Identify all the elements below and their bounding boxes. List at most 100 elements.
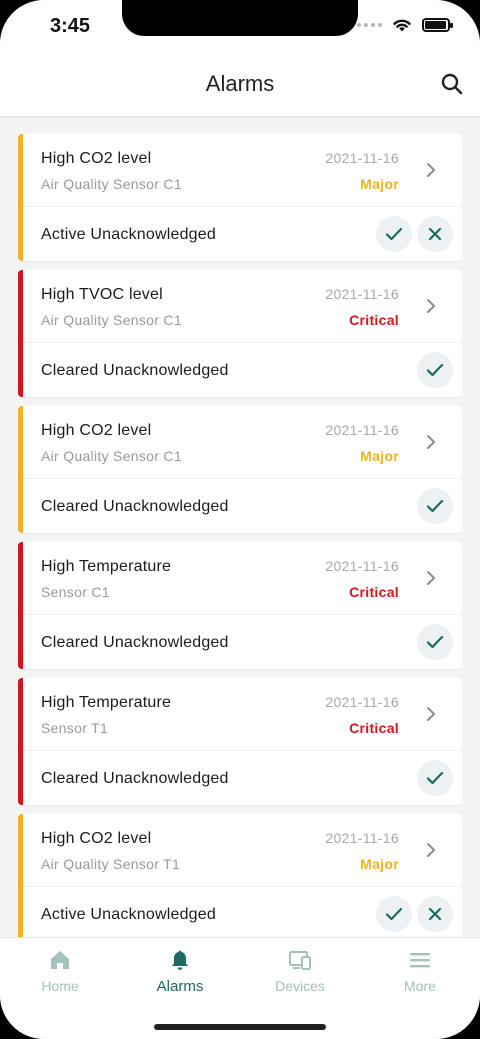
alarm-actions — [376, 896, 453, 932]
page-title: Alarms — [205, 71, 275, 96]
alarm-status: Cleared Unacknowledged — [41, 634, 229, 651]
acknowledge-button[interactable] — [376, 896, 412, 932]
alarm-card: High CO2 level Air Quality Sensor C1 2021-… — [18, 406, 462, 533]
phone-screen: 3:45 Alarms High CO2 level Air Quality Se… — [0, 0, 480, 1039]
clear-button[interactable] — [417, 216, 453, 252]
alarm-severity: Critical — [349, 312, 399, 328]
alarm-card: High Temperature Sensor C1 2021-11-16 Criti… — [18, 542, 462, 669]
tab-label: More — [404, 978, 436, 994]
alarm-type: High TVOC level — [41, 286, 163, 303]
status-icons — [357, 17, 453, 33]
alarm-originator: Air Quality Sensor C1 — [41, 312, 182, 328]
home-icon — [48, 948, 72, 972]
alarm-actions — [417, 488, 453, 524]
alarm-card: High CO2 level Air Quality Sensor C1 2021-… — [18, 134, 462, 261]
tab-alarms[interactable]: Alarms — [120, 938, 240, 1008]
alarm-severity: Critical — [349, 584, 399, 600]
alarm-details-row[interactable]: High CO2 level Air Quality Sensor T1 2021-… — [18, 814, 462, 886]
alarm-list: High CO2 level Air Quality Sensor C1 2021-… — [18, 134, 462, 950]
wifi-icon — [393, 19, 411, 32]
alarm-originator: Air Quality Sensor C1 — [41, 176, 182, 192]
clear-button[interactable] — [417, 896, 453, 932]
alarm-actions — [376, 216, 453, 252]
alarm-status: Active Unacknowledged — [41, 226, 216, 243]
alarm-originator: Air Quality Sensor T1 — [41, 856, 181, 872]
acknowledge-button[interactable] — [376, 216, 412, 252]
signal-icon — [357, 23, 382, 27]
alarm-type: High CO2 level — [41, 830, 152, 847]
search-icon — [441, 73, 463, 95]
alarm-status: Cleared Unacknowledged — [41, 770, 229, 787]
check-icon — [426, 363, 444, 377]
card-divider — [23, 478, 462, 479]
acknowledge-button[interactable] — [417, 760, 453, 796]
bell-icon — [168, 948, 192, 972]
alarm-details-row[interactable]: High TVOC level Air Quality Sensor C1 2021… — [18, 270, 462, 342]
chevron-right-icon — [427, 299, 435, 313]
alarm-status: Cleared Unacknowledged — [41, 362, 229, 379]
alarm-severity: Major — [360, 448, 399, 464]
chevron-right-icon — [427, 571, 435, 585]
card-divider — [23, 750, 462, 751]
alarm-date: 2021-11-16 — [325, 422, 399, 438]
acknowledge-button[interactable] — [417, 488, 453, 524]
chevron-right-icon — [427, 163, 435, 177]
chevron-right-icon — [427, 843, 435, 857]
check-icon — [385, 907, 403, 921]
check-icon — [426, 499, 444, 513]
tab-more[interactable]: More — [360, 938, 480, 1008]
alarm-card: High TVOC level Air Quality Sensor C1 2021… — [18, 270, 462, 397]
menu-icon — [408, 948, 432, 972]
chevron-right-icon — [427, 435, 435, 449]
alarm-status: Active Unacknowledged — [41, 906, 216, 923]
tab-label: Alarms — [156, 978, 204, 995]
alarm-status: Cleared Unacknowledged — [41, 498, 229, 515]
close-icon — [428, 907, 442, 921]
close-icon — [428, 227, 442, 241]
card-divider — [23, 614, 462, 615]
card-divider — [23, 206, 462, 207]
tab-devices[interactable]: Devices — [240, 938, 360, 1008]
check-icon — [426, 771, 444, 785]
alarm-originator: Sensor T1 — [41, 720, 109, 736]
check-icon — [426, 635, 444, 649]
search-button[interactable] — [438, 70, 466, 98]
alarm-actions — [417, 352, 453, 388]
alarm-type: High Temperature — [41, 558, 172, 575]
alarm-actions — [417, 760, 453, 796]
app-header: Alarms — [0, 56, 480, 116]
alarm-date: 2021-11-16 — [325, 558, 399, 574]
check-icon — [385, 227, 403, 241]
alarm-details-row[interactable]: High CO2 level Air Quality Sensor C1 2021-… — [18, 406, 462, 478]
alarm-date: 2021-11-16 — [325, 286, 399, 302]
alarm-type: High CO2 level — [41, 422, 152, 439]
alarm-severity: Critical — [349, 720, 399, 736]
tab-label: Devices — [275, 978, 325, 994]
alarm-severity: Major — [360, 176, 399, 192]
alarm-details-row[interactable]: High Temperature Sensor T1 2021-11-16 Criti… — [18, 678, 462, 750]
home-indicator — [154, 1024, 326, 1030]
card-divider — [23, 342, 462, 343]
alarm-card: High Temperature Sensor T1 2021-11-16 Criti… — [18, 678, 462, 805]
alarm-actions — [417, 624, 453, 660]
status-time: 3:45 — [50, 15, 91, 37]
tab-home[interactable]: Home — [0, 938, 120, 1008]
alarm-date: 2021-11-16 — [325, 150, 399, 166]
alarm-severity: Major — [360, 856, 399, 872]
devices-icon — [288, 948, 312, 972]
alarm-originator: Sensor C1 — [41, 584, 110, 600]
chevron-right-icon — [427, 707, 435, 721]
acknowledge-button[interactable] — [417, 624, 453, 660]
acknowledge-button[interactable] — [417, 352, 453, 388]
tab-label: Home — [41, 978, 79, 994]
alarm-details-row[interactable]: High Temperature Sensor C1 2021-11-16 Criti… — [18, 542, 462, 614]
alarm-card: High CO2 level Air Quality Sensor T1 2021-… — [18, 814, 462, 941]
card-divider — [23, 886, 462, 887]
battery-icon — [422, 18, 453, 32]
alarm-type: High CO2 level — [41, 150, 152, 167]
device-notch — [122, 0, 358, 36]
alarm-originator: Air Quality Sensor C1 — [41, 448, 182, 464]
alarm-date: 2021-11-16 — [325, 694, 399, 710]
alarm-type: High Temperature — [41, 694, 172, 711]
alarm-details-row[interactable]: High CO2 level Air Quality Sensor C1 2021-… — [18, 134, 462, 206]
